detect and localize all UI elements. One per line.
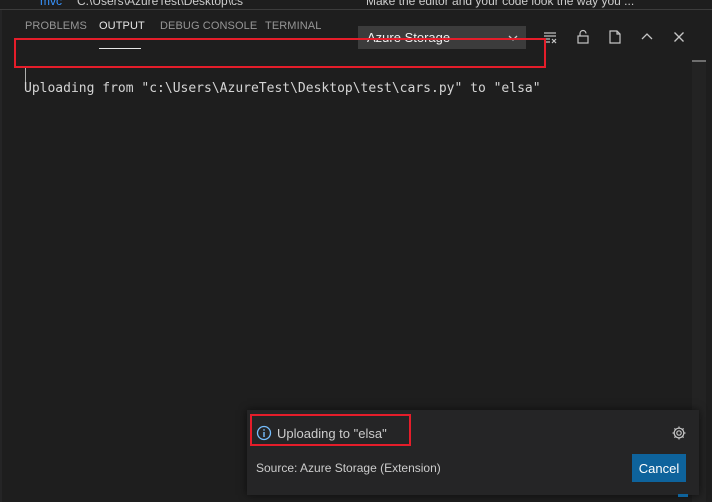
text-cursor (25, 68, 26, 82)
progress-indicator-mark (678, 494, 688, 497)
output-line: Uploading from "c:\Users\AzureTest\Deskt… (24, 81, 541, 96)
tab-output[interactable]: OUTPUT (99, 20, 145, 32)
notification-toast: Uploading to "elsa" Source: Azure Storag… (247, 410, 699, 495)
background-project-path: C:\Users\AzureTest\Desktop\cs (77, 0, 244, 8)
background-project-name: mvc (40, 0, 62, 8)
tab-debug-console[interactable]: DEBUG CONSOLE (160, 20, 257, 32)
cancel-button[interactable]: Cancel (632, 454, 686, 482)
maximize-panel-icon[interactable] (638, 28, 656, 46)
tab-problems[interactable]: PROBLEMS (25, 20, 87, 32)
info-icon (256, 425, 272, 441)
gear-icon[interactable] (671, 425, 687, 441)
lock-scroll-icon[interactable] (574, 28, 592, 46)
notification-message: Uploading to "elsa" (277, 426, 387, 441)
notification-source: Source: Azure Storage (Extension) (256, 461, 441, 475)
panel-left-edge (0, 10, 2, 502)
highlight-box-output-line (14, 38, 546, 68)
close-panel-icon[interactable] (670, 28, 688, 46)
background-tip-text: Make the editor and your code look the w… (366, 0, 635, 8)
open-in-editor-icon[interactable] (606, 28, 624, 46)
tab-terminal[interactable]: TERMINAL (265, 20, 321, 32)
